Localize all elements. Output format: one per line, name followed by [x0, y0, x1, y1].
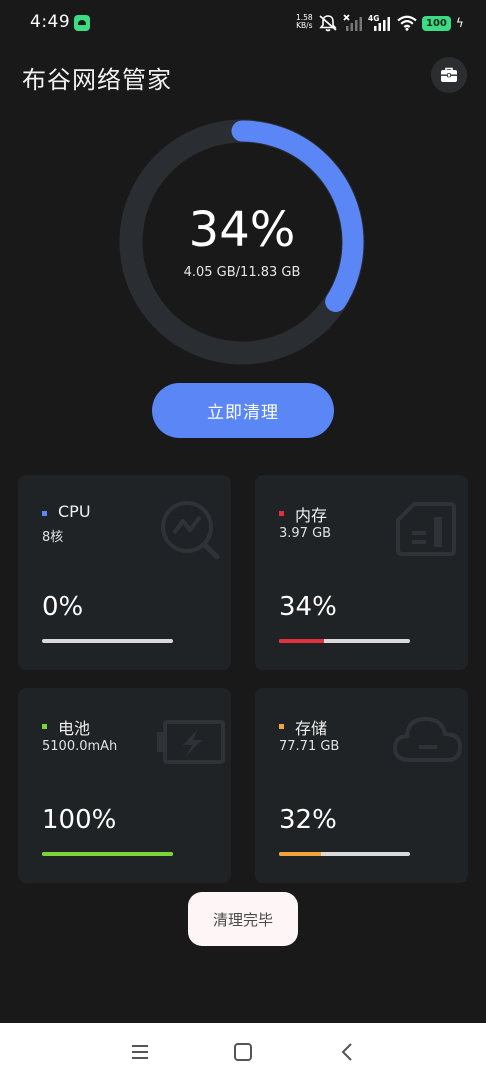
cpu-progress-bar [42, 639, 173, 643]
cpu-dot [42, 511, 47, 516]
wifi-icon [397, 15, 417, 31]
memory-usage-detail: 4.05 GB/11.83 GB [183, 265, 301, 280]
cpu-card-title: CPU [58, 502, 91, 521]
mute-icon [319, 15, 337, 32]
storage-card[interactable]: 存储 77.71 GB 32% [255, 688, 468, 883]
status-time: 4:49 [30, 12, 71, 32]
net-speed-unit: KB/s [296, 21, 313, 30]
storage-usage-value: 32% [279, 805, 337, 835]
memory-dot [279, 511, 284, 516]
battery-level-badge: 100 [422, 15, 451, 31]
battery-progress-fill [42, 852, 173, 856]
cpu-core-count: 8核 [42, 530, 64, 545]
status-icons: 4G 100 ϟ [318, 12, 464, 34]
toolbox-icon [441, 67, 457, 82]
memory-card[interactable]: 内存 3.97 GB 34% [255, 475, 468, 670]
storage-progress-fill [279, 852, 321, 856]
nav-back-button[interactable] [317, 1023, 377, 1080]
cloud-icon [393, 717, 462, 762]
battery-progress-bar [42, 852, 173, 856]
storage-free: 77.71 GB [279, 739, 340, 754]
back-chevron-icon [341, 1042, 352, 1061]
battery-icon [157, 720, 225, 764]
storage-progress-bar [279, 852, 410, 856]
battery-dot [42, 724, 47, 729]
battery-card[interactable]: 电池 5100.0mAh 100% [18, 688, 231, 883]
status-bar: 4:49 1.58 KB/s 4G 100 ϟ [0, 0, 486, 46]
memory-usage-value: 34% [279, 592, 337, 622]
memory-card-title: 内存 [295, 506, 328, 525]
toolbox-button[interactable] [431, 57, 467, 93]
nav-home-button[interactable] [213, 1023, 273, 1080]
memory-usage-ring: 34% 4.05 GB/11.83 GB [118, 118, 366, 366]
storage-card-title: 存储 [295, 719, 328, 738]
battery-capacity: 5100.0mAh [42, 739, 118, 754]
signal-nosim-icon [343, 14, 362, 31]
system-nav-bar [0, 1023, 486, 1080]
android-app-icon [74, 15, 90, 31]
menu-icon [132, 1044, 148, 1059]
battery-level-value: 100% [42, 805, 117, 835]
cpu-card[interactable]: CPU 8核 0% [18, 475, 231, 670]
charging-bolt-icon: ϟ [455, 16, 464, 30]
home-square-icon [234, 1042, 252, 1061]
memory-progress-fill [279, 639, 324, 643]
net-speed: 1.58 KB/s [296, 14, 313, 30]
svg-text:4G: 4G [368, 14, 379, 23]
cpu-usage-value: 0% [42, 592, 84, 622]
storage-dot [279, 724, 284, 729]
memory-used: 3.97 GB [279, 526, 332, 541]
app-title: 布谷网络管家 [22, 66, 172, 94]
memory-card-icon [396, 502, 456, 556]
cpu-chart-icon [161, 501, 220, 560]
signal-4g-icon: 4G [368, 14, 390, 31]
app-screen: 4:49 1.58 KB/s 4G 100 ϟ 布谷网络管家 34% 4.05 … [0, 0, 486, 1080]
toast-message: 清理完毕 [188, 892, 298, 946]
memory-progress-bar [279, 639, 410, 643]
clean-now-button[interactable]: 立即清理 [152, 383, 334, 438]
battery-card-title: 电池 [58, 719, 91, 738]
nav-menu-button[interactable] [110, 1023, 170, 1080]
memory-percent: 34% [188, 202, 296, 258]
